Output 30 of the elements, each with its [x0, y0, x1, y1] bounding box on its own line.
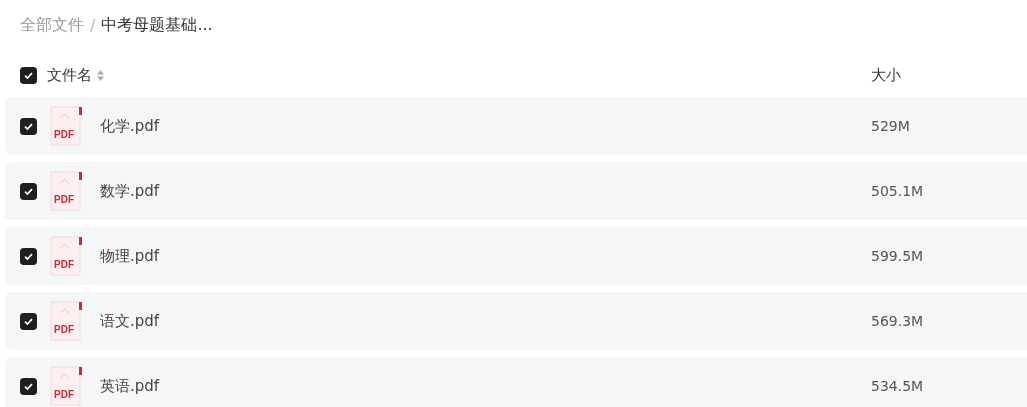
breadcrumb-item: 中考母题基础... — [101, 14, 213, 36]
pdf-file-icon: PDF — [50, 301, 84, 341]
breadcrumb-separator: / — [90, 15, 96, 35]
pdf-file-icon: PDF — [50, 171, 84, 211]
file-row[interactable]: PDF 数学.pdf 505.1M — [5, 162, 1027, 220]
checkbox[interactable] — [20, 377, 37, 395]
file-size: 534.5M — [871, 378, 925, 394]
column-header[interactable]: 文件名 — [47, 65, 92, 85]
file-name[interactable]: 语文.pdf — [100, 311, 160, 331]
file-name[interactable]: 英语.pdf — [100, 376, 160, 396]
checkbox[interactable] — [20, 247, 37, 265]
checkbox[interactable] — [20, 182, 37, 200]
file-size: 569.3M — [871, 313, 925, 329]
file-name[interactable]: 物理.pdf — [100, 246, 160, 266]
checkbox[interactable] — [20, 312, 37, 330]
file-size: 529M — [871, 118, 911, 134]
pdf-file-icon: PDF — [50, 366, 84, 406]
pdf-file-icon: PDF — [50, 106, 84, 146]
column-header[interactable]: 大小 — [871, 65, 1027, 85]
file-name[interactable]: 化学.pdf — [100, 116, 160, 136]
pdf-file-icon: PDF — [50, 236, 84, 276]
file-name[interactable]: 数学.pdf — [100, 181, 160, 201]
file-row[interactable]: PDF 语文.pdf 569.3M — [5, 292, 1027, 350]
checkbox[interactable] — [20, 117, 37, 135]
file-size: 599.5M — [871, 248, 925, 264]
file-row[interactable]: PDF 物理.pdf 599.5M — [5, 227, 1027, 285]
file-row[interactable]: PDF 英语.pdf 534.5M — [5, 357, 1027, 407]
file-size: 505.1M — [871, 183, 925, 199]
file-row[interactable]: PDF 化学.pdf 529M — [5, 97, 1027, 155]
checkbox[interactable] — [20, 66, 37, 84]
